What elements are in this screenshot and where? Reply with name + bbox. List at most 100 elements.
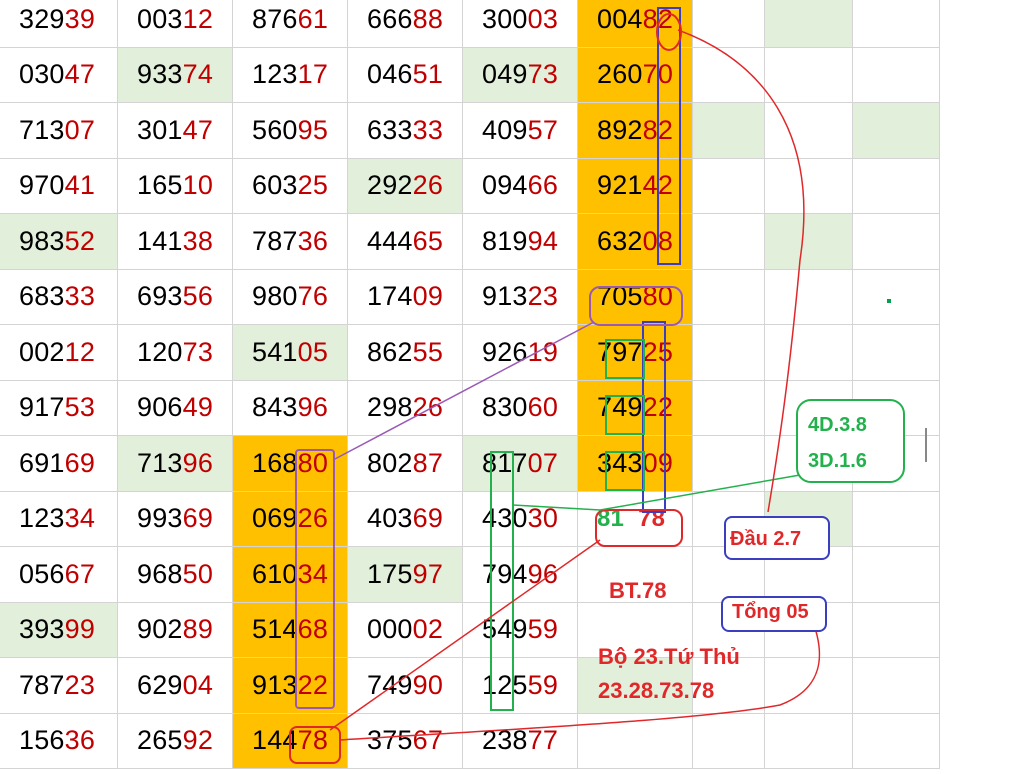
cell-r0-c0[interactable]: 329 39 xyxy=(0,0,118,48)
cell-r3-c7[interactable] xyxy=(765,158,853,214)
cell-r5-c5[interactable]: 705 80 xyxy=(578,269,693,325)
cell-r6-c4[interactable]: 926 19 xyxy=(463,325,578,381)
cell-r13-c4[interactable]: 238 77 xyxy=(463,713,578,769)
cell-r4-c2[interactable]: 787 36 xyxy=(233,214,348,270)
cell-r9-c5[interactable]: 81 78 xyxy=(578,491,693,547)
cell-r12-c3[interactable]: 749 90 xyxy=(348,658,463,714)
cell-r9-c3[interactable]: 403 69 xyxy=(348,491,463,547)
cell-r8-c5[interactable]: 343 09 xyxy=(578,436,693,492)
cell-r12-c4[interactable]: 125 59 xyxy=(463,658,578,714)
cell-r9-c8[interactable] xyxy=(853,491,940,547)
cell-r2-c4[interactable]: 409 57 xyxy=(463,103,578,159)
cell-r6-c1[interactable]: 120 73 xyxy=(118,325,233,381)
cell-r7-c0[interactable]: 917 53 xyxy=(0,380,118,436)
cell-r4-c6[interactable] xyxy=(693,214,765,270)
cell-r3-c3[interactable]: 292 26 xyxy=(348,158,463,214)
cell-r9-c1[interactable]: 993 69 xyxy=(118,491,233,547)
cell-r11-c8[interactable] xyxy=(853,602,940,658)
cell-r3-c0[interactable]: 970 41 xyxy=(0,158,118,214)
cell-r7-c3[interactable]: 298 26 xyxy=(348,380,463,436)
cell-r1-c4[interactable]: 049 73 xyxy=(463,47,578,103)
cell-r11-c0[interactable]: 393 99 xyxy=(0,602,118,658)
cell-r7-c4[interactable]: 830 60 xyxy=(463,380,578,436)
cell-r11-c2[interactable]: 514 68 xyxy=(233,602,348,658)
cell-r13-c1[interactable]: 265 92 xyxy=(118,713,233,769)
cell-r12-c7[interactable] xyxy=(765,658,853,714)
cell-r6-c7[interactable] xyxy=(765,325,853,381)
cell-r12-c8[interactable] xyxy=(853,658,940,714)
cell-r13-c7[interactable] xyxy=(765,713,853,769)
cell-r9-c0[interactable]: 123 34 xyxy=(0,491,118,547)
cell-r5-c6[interactable] xyxy=(693,269,765,325)
cell-r11-c1[interactable]: 902 89 xyxy=(118,602,233,658)
cell-r11-c3[interactable]: 000 02 xyxy=(348,602,463,658)
cell-r8-c3[interactable]: 802 87 xyxy=(348,436,463,492)
cell-r13-c5[interactable] xyxy=(578,713,693,769)
cell-r1-c5[interactable]: 260 70 xyxy=(578,47,693,103)
cell-r5-c8[interactable] xyxy=(853,269,940,325)
cell-r6-c2[interactable]: 541 05 xyxy=(233,325,348,381)
cell-r9-c4[interactable]: 430 30 xyxy=(463,491,578,547)
cell-r1-c6[interactable] xyxy=(693,47,765,103)
cell-r1-c8[interactable] xyxy=(853,47,940,103)
cell-r3-c1[interactable]: 165 10 xyxy=(118,158,233,214)
cell-r7-c1[interactable]: 906 49 xyxy=(118,380,233,436)
cell-r10-c2[interactable]: 610 34 xyxy=(233,547,348,603)
cell-r7-c5[interactable]: 749 22 xyxy=(578,380,693,436)
cell-r4-c3[interactable]: 444 65 xyxy=(348,214,463,270)
cell-r4-c7[interactable] xyxy=(765,214,853,270)
cell-r2-c3[interactable]: 633 33 xyxy=(348,103,463,159)
cell-r0-c3[interactable]: 666 88 xyxy=(348,0,463,48)
cell-r0-c7[interactable] xyxy=(765,0,853,48)
cell-r4-c1[interactable]: 141 38 xyxy=(118,214,233,270)
cell-r10-c8[interactable] xyxy=(853,547,940,603)
cell-r12-c1[interactable]: 629 04 xyxy=(118,658,233,714)
cell-r3-c2[interactable]: 603 25 xyxy=(233,158,348,214)
cell-r0-c5[interactable]: 004 82 xyxy=(578,0,693,48)
cell-r6-c8[interactable] xyxy=(853,325,940,381)
cell-r9-c2[interactable]: 069 26 xyxy=(233,491,348,547)
cell-r6-c5[interactable]: 797 25 xyxy=(578,325,693,381)
cell-r6-c0[interactable]: 002 12 xyxy=(0,325,118,381)
cell-r0-c2[interactable]: 876 61 xyxy=(233,0,348,48)
cell-r2-c7[interactable] xyxy=(765,103,853,159)
cell-r8-c0[interactable]: 691 69 xyxy=(0,436,118,492)
cell-r6-c3[interactable]: 862 55 xyxy=(348,325,463,381)
cell-r10-c3[interactable]: 175 97 xyxy=(348,547,463,603)
cell-r3-c5[interactable]: 921 42 xyxy=(578,158,693,214)
cell-r5-c0[interactable]: 683 33 xyxy=(0,269,118,325)
cell-r1-c3[interactable]: 046 51 xyxy=(348,47,463,103)
cell-r3-c6[interactable] xyxy=(693,158,765,214)
cell-r5-c1[interactable]: 693 56 xyxy=(118,269,233,325)
cell-r3-c8[interactable] xyxy=(853,158,940,214)
cell-r7-c2[interactable]: 843 96 xyxy=(233,380,348,436)
cell-r0-c1[interactable]: 003 12 xyxy=(118,0,233,48)
cell-r13-c6[interactable] xyxy=(693,713,765,769)
cell-r1-c0[interactable]: 030 47 xyxy=(0,47,118,103)
cell-r5-c2[interactable]: 980 76 xyxy=(233,269,348,325)
cell-r2-c2[interactable]: 560 95 xyxy=(233,103,348,159)
cell-r0-c6[interactable] xyxy=(693,0,765,48)
cell-r10-c0[interactable]: 056 67 xyxy=(0,547,118,603)
cell-r8-c6[interactable] xyxy=(693,436,765,492)
cell-r2-c0[interactable]: 713 07 xyxy=(0,103,118,159)
cell-r3-c4[interactable]: 094 66 xyxy=(463,158,578,214)
cell-r2-c1[interactable]: 301 47 xyxy=(118,103,233,159)
cell-r5-c7[interactable] xyxy=(765,269,853,325)
cell-r5-c3[interactable]: 174 09 xyxy=(348,269,463,325)
cell-r4-c4[interactable]: 819 94 xyxy=(463,214,578,270)
cell-r7-c6[interactable] xyxy=(693,380,765,436)
cell-r10-c1[interactable]: 968 50 xyxy=(118,547,233,603)
cell-r4-c8[interactable] xyxy=(853,214,940,270)
cell-r8-c4[interactable]: 817 07 xyxy=(463,436,578,492)
cell-r13-c2[interactable]: 144 78 xyxy=(233,713,348,769)
cell-r2-c5[interactable]: 892 82 xyxy=(578,103,693,159)
cell-r10-c7[interactable] xyxy=(765,547,853,603)
cell-r0-c8[interactable] xyxy=(853,0,940,48)
cell-r4-c0[interactable]: 983 52 xyxy=(0,214,118,270)
cell-r13-c8[interactable] xyxy=(853,713,940,769)
cell-r2-c6[interactable] xyxy=(693,103,765,159)
cell-r4-c5[interactable]: 632 08 xyxy=(578,214,693,270)
cell-r5-c4[interactable]: 913 23 xyxy=(463,269,578,325)
cell-r6-c6[interactable] xyxy=(693,325,765,381)
